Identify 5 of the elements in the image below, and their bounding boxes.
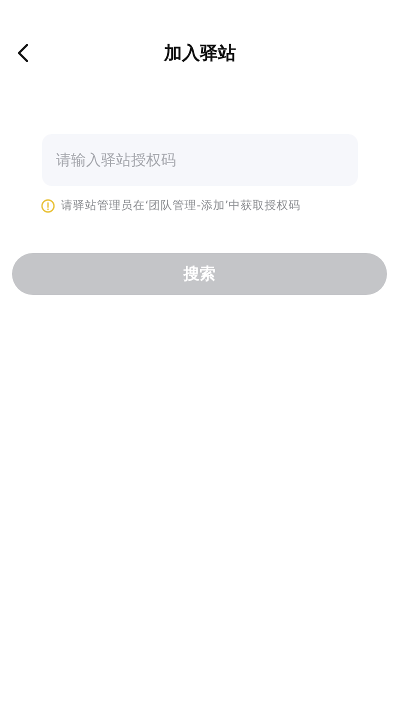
hint-text: 请驿站管理员在‘团队管理-添加’中获取授权码 [61,198,300,213]
info-icon [41,198,55,212]
page-title: 加入驿站 [164,42,236,65]
back-icon[interactable] [17,44,29,62]
code-input-field[interactable]: 请输入驿站授权码 [42,134,358,186]
